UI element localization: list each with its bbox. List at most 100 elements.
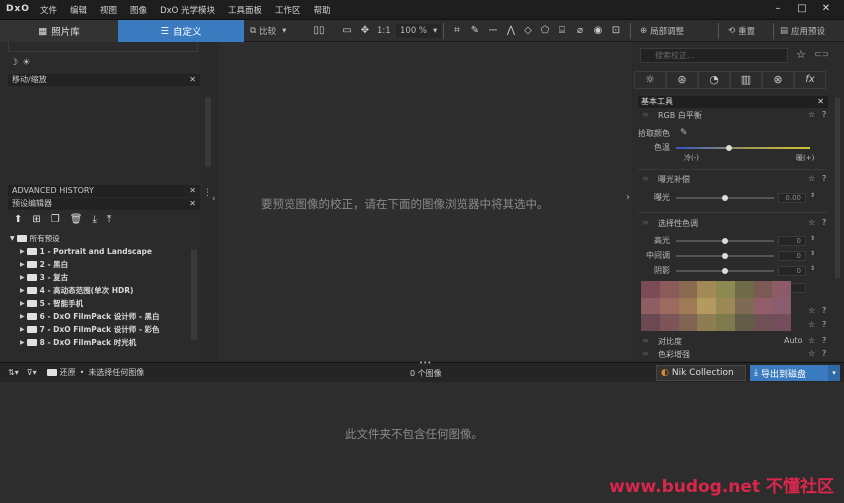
chevron-right-icon[interactable]: ▶ <box>20 326 25 333</box>
move-icon[interactable]: ✥ <box>358 23 372 38</box>
perspective-quad-icon[interactable]: ⬠ <box>538 23 552 38</box>
close-icon[interactable]: ✕ <box>189 198 196 210</box>
star-icon[interactable]: ☆ <box>808 306 815 315</box>
exposure-value[interactable]: 0.00 <box>778 193 806 203</box>
export-dropdown[interactable]: ▾ <box>828 365 840 381</box>
menu-file[interactable]: 文件 <box>40 4 57 16</box>
duplicate-icon[interactable]: ❐ <box>51 214 60 225</box>
preset-editor-header[interactable]: 预设编辑器 ✕ <box>8 198 200 210</box>
perspective-icon[interactable]: ⋀ <box>504 23 518 38</box>
toggle-icon[interactable]: ⊂⊃ <box>814 50 829 60</box>
filter-icon[interactable]: ⊽▾ <box>27 368 37 377</box>
toggle-icon[interactable]: ≡ <box>642 349 649 358</box>
star-icon[interactable]: ☆ <box>796 48 806 61</box>
import-icon[interactable]: ⤓ <box>92 214 96 225</box>
move-zoom-header[interactable]: 移动/缩放 ✕ <box>8 74 200 86</box>
toggle-icon[interactable]: ≡ <box>642 218 649 227</box>
chevron-right-icon[interactable]: ▶ <box>20 300 25 307</box>
toggle-icon[interactable]: ≡ <box>642 336 649 345</box>
stepper-icon[interactable]: ⇕ <box>810 235 815 242</box>
fit-screen-icon[interactable]: ▭ <box>340 23 354 38</box>
horizon-icon[interactable]: ⎓ <box>486 23 500 38</box>
reset-button[interactable]: ⟲ 重置 <box>728 24 755 38</box>
chevron-right-icon[interactable]: ▶ <box>20 339 25 346</box>
minimize-icon[interactable]: – <box>766 3 790 14</box>
help-icon[interactable]: ? <box>822 349 826 358</box>
menu-edit[interactable]: 编辑 <box>70 4 87 16</box>
help-icon[interactable]: ? <box>822 110 826 119</box>
repair-icon[interactable]: ⌀ <box>573 23 587 38</box>
menu-help[interactable]: 帮助 <box>314 4 331 16</box>
menu-workspace[interactable]: 工作区 <box>275 4 301 16</box>
export-icon[interactable]: ⤒ <box>107 214 111 225</box>
chevron-right-icon[interactable]: ▶ <box>20 274 25 281</box>
info-icon[interactable]: ⊡ <box>609 23 623 38</box>
tree-item[interactable]: ▶ 6 - DxO FilmPack 设计师 - 黑白 <box>10 310 160 322</box>
perspective-rect-icon[interactable]: ◇ <box>521 23 535 38</box>
sort-icon[interactable]: ⇅▾ <box>8 368 19 377</box>
splitter-handle[interactable]: ••• <box>419 359 431 367</box>
chevron-right-icon[interactable]: › <box>626 192 630 203</box>
temperature-slider[interactable] <box>676 147 810 149</box>
tree-item[interactable]: ▶ 2 - 黑白 <box>10 258 68 270</box>
star-icon[interactable]: ☆ <box>808 174 815 183</box>
exposure-comp-row[interactable]: ≡ 曝光补偿 ☆ ? <box>638 174 834 187</box>
slider-knob[interactable] <box>722 268 728 274</box>
splitter-handle[interactable] <box>205 97 211 167</box>
slider-knob[interactable] <box>722 253 728 259</box>
help-icon[interactable]: ? <box>822 306 826 315</box>
stepper-icon[interactable]: ⇕ <box>810 250 815 257</box>
menu-image[interactable]: 图像 <box>130 4 147 16</box>
search-input[interactable]: 搜索校正... <box>640 48 788 63</box>
menu-view[interactable]: 视图 <box>100 4 117 16</box>
chevron-left-icon[interactable]: ‹ <box>212 194 216 204</box>
tree-item[interactable]: ▶ 5 - 智能手机 <box>10 297 83 309</box>
close-icon[interactable]: ✕ <box>189 185 196 197</box>
star-icon[interactable]: ☆ <box>808 320 815 329</box>
help-icon[interactable]: ? <box>822 174 826 183</box>
rgb-wb-row[interactable]: ≡ RGB 白平衡 ☆ ? <box>638 110 834 123</box>
detail-icon[interactable]: ◔ <box>698 71 730 89</box>
tree-root[interactable]: ▼ 所有预设 <box>10 232 60 244</box>
chevron-right-icon[interactable]: ▶ <box>20 248 25 255</box>
history-header[interactable]: ADVANCED HISTORY ✕ <box>8 185 200 197</box>
compare-button[interactable]: ⧉ 比较 ▾ <box>250 24 286 38</box>
crop-icon[interactable]: ⌗ <box>450 23 464 38</box>
chevron-right-icon[interactable]: ▶ <box>20 313 25 320</box>
moon-icon[interactable]: ☽ <box>10 58 18 68</box>
collapse-icon[interactable]: ⋮ <box>203 188 212 198</box>
fx-icon[interactable]: fx <box>794 71 826 89</box>
slider-knob[interactable] <box>722 195 728 201</box>
eyedropper-icon[interactable]: ✎ <box>680 128 688 138</box>
slider-knob[interactable] <box>726 145 732 151</box>
slider-knob[interactable] <box>722 238 728 244</box>
scrollbar[interactable] <box>191 250 197 340</box>
new-preset-from-image-icon[interactable]: ⊞ <box>32 214 40 225</box>
star-icon[interactable]: ☆ <box>808 336 815 345</box>
tree-item[interactable]: ▶ 8 - DxO FilmPack 时光机 <box>10 336 136 348</box>
geometry-icon[interactable]: ▥ <box>730 71 762 89</box>
contrast-row[interactable]: ≡ 对比度 Auto ☆ ? <box>638 336 834 349</box>
tree-item[interactable]: ▶ 3 - 复古 <box>10 271 68 283</box>
chevron-right-icon[interactable]: ▶ <box>20 261 25 268</box>
toggle-icon[interactable]: ≡ <box>642 110 649 119</box>
toggle-icon[interactable]: ≡ <box>642 174 649 183</box>
eye-icon[interactable]: ◉ <box>591 23 605 38</box>
eyedropper-icon[interactable]: ✎ <box>468 23 482 38</box>
tab-photo-library[interactable]: ▦ 照片库 <box>0 20 118 42</box>
stepper-icon[interactable]: ⇕ <box>810 265 815 272</box>
close-icon[interactable]: ✕ <box>189 74 196 86</box>
sun-icon[interactable]: ☀ <box>22 58 30 68</box>
stepper-icon[interactable]: ⇕ <box>810 192 815 199</box>
selective-tone-row[interactable]: ≡ 选择性色调 ☆ ? <box>638 218 834 231</box>
close-icon[interactable]: ✕ <box>814 3 838 14</box>
color-enhance-row[interactable]: ≡ 色彩增强 ☆ ? <box>638 349 834 362</box>
new-preset-icon[interactable]: ⬆ <box>14 214 22 225</box>
help-icon[interactable]: ? <box>822 320 826 329</box>
midtones-value[interactable]: 0 <box>778 251 806 261</box>
zoom-select[interactable]: 100 % ▾ <box>396 24 442 38</box>
star-icon[interactable]: ☆ <box>808 218 815 227</box>
left-splitter[interactable]: ⋮ ‹ <box>202 42 216 360</box>
menu-optics[interactable]: DxO 光学模块 <box>160 4 215 16</box>
tab-customize[interactable]: ☰ 自定义 <box>118 20 244 42</box>
